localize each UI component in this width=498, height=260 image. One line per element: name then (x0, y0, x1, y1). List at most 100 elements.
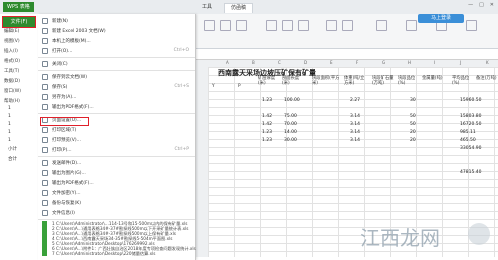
tab-tools[interactable]: 工具 (196, 3, 218, 12)
col-header-f[interactable]: F (356, 60, 358, 65)
menu-item-encrypt[interactable]: 文件加密(Y)... (38, 188, 195, 198)
table-cell[interactable]: 1.23 (262, 138, 272, 143)
wps-app-button[interactable]: WPS 表格 (3, 2, 34, 12)
maximize-icon[interactable]: □ (479, 2, 484, 8)
row-label: 1 (8, 122, 11, 127)
col-header-e[interactable]: E (330, 60, 333, 65)
close-icon[interactable]: ✕ (490, 2, 494, 8)
cut-icon[interactable] (204, 20, 215, 31)
table-cell[interactable]: 30 (410, 98, 416, 103)
align-center-icon[interactable] (342, 20, 353, 31)
col-header-h[interactable]: H (408, 60, 411, 65)
recent-file[interactable]: 7 C:\Users\Administrator\Desktop\220储量估算… (52, 251, 155, 257)
align-left-icon[interactable] (326, 20, 337, 31)
formula-bar[interactable] (196, 49, 498, 60)
menu-help[interactable]: 帮助(H) (4, 98, 20, 104)
header-thickness: 矿层厚度(米) (258, 76, 276, 86)
document-tabs: 工具 仿函稿 (196, 3, 254, 13)
tab-document[interactable]: 仿函稿 (224, 3, 254, 13)
italic-icon[interactable] (282, 20, 293, 31)
table-cell[interactable]: 15960.50 (460, 98, 481, 103)
col-header-b[interactable]: B (252, 60, 255, 65)
pdf-icon (42, 104, 48, 110)
mail-icon (42, 160, 48, 166)
row-label: 1 (8, 130, 11, 135)
table-cell[interactable]: 50 (410, 114, 416, 119)
menu-item-save[interactable]: 保存(S) Ctrl+S (38, 82, 195, 92)
table-cell[interactable]: 1.23 (262, 130, 272, 135)
table-cell[interactable]: 20 (410, 130, 416, 135)
table-cell[interactable]: 75.00 (284, 114, 297, 119)
menu-item-export-image[interactable]: 输出为图片(G)... (38, 168, 195, 178)
underline-icon[interactable] (298, 20, 309, 31)
menu-item-send-mail[interactable]: 发送邮件(D)... (38, 158, 195, 168)
menu-insert[interactable]: 插入(I) (4, 48, 18, 54)
table-cell[interactable]: 20 (410, 138, 416, 143)
login-button[interactable]: 马上登录 (418, 14, 464, 23)
sub-header-p: P (238, 84, 241, 89)
subtotal-cell[interactable]: 33054.90 (460, 146, 481, 151)
menu-item-new-excel[interactable]: 新建 Excel 2003 文档(W) (38, 26, 195, 36)
table-cell[interactable]: 16720.50 (460, 122, 481, 127)
menu-format[interactable]: 格式(O) (4, 58, 20, 64)
col-header-a[interactable]: A (226, 60, 229, 65)
table-cell[interactable]: 1.23 (262, 98, 272, 103)
table-cell[interactable]: 3.14 (350, 138, 360, 143)
menu-item-new[interactable]: 新建(N) (38, 16, 195, 26)
table-cell[interactable]: 15803.80 (460, 114, 481, 119)
menu-item-print-preview[interactable]: 打印预览(V)... (38, 135, 195, 145)
merge-cells-icon[interactable] (376, 20, 387, 31)
menu-item-export-pdf-2[interactable]: 输出为PDF格式(F)... (38, 178, 195, 188)
table-cell[interactable]: 985.11 (460, 130, 476, 135)
menu-tools[interactable]: 工具(T) (4, 68, 19, 74)
total-cell[interactable]: 47815.40 (460, 170, 481, 175)
menu-item-backup[interactable]: 备份与恢复(K) (38, 198, 195, 208)
table-cell[interactable]: 3.14 (350, 130, 360, 135)
lock-icon (42, 190, 48, 196)
table-cell[interactable]: 3.14 (350, 122, 360, 127)
col-header-i[interactable]: I (434, 60, 435, 65)
menu-item-print[interactable]: 打印(P)... Ctrl+P (38, 145, 195, 155)
menu-item-cloud-save[interactable]: 保存到云文档(W) (38, 72, 195, 82)
menu-edit[interactable]: 编辑(E) (4, 28, 19, 34)
col-header-k[interactable]: K (486, 60, 489, 65)
menu-item-open[interactable]: 打开(O)... Ctrl+O (38, 46, 195, 56)
menu-item-export-pdf[interactable]: 输出为PDF格式(F)... (38, 102, 195, 112)
copy-icon[interactable] (220, 20, 231, 31)
col-header-c[interactable]: C (278, 60, 281, 65)
table-cell[interactable]: 3.14 (350, 114, 360, 119)
header-area: 块段面积(平方米) (312, 76, 340, 86)
bold-icon[interactable] (266, 20, 277, 31)
menu-item-file-info[interactable]: 文件信息(I) (38, 208, 195, 218)
menu-item-template[interactable]: 本机上的模板(M)... (38, 36, 195, 46)
table-cell[interactable]: 1.42 (262, 122, 272, 127)
table-cell[interactable]: 2.27 (350, 98, 360, 103)
sum-icon[interactable] (406, 20, 417, 31)
menu-sidebar: 编辑(E) 视图(V) 插入(I) 格式(O) 工具(T) 数据(D) 窗口(W… (0, 14, 39, 260)
table-cell[interactable]: 50 (410, 122, 416, 127)
table-cell[interactable]: 465.50 (460, 138, 476, 143)
menu-view[interactable]: 视图(V) (4, 38, 20, 44)
spreadsheet-grid[interactable] (208, 67, 498, 257)
file-menu-button[interactable]: 文件(F) (2, 16, 36, 28)
menu-window[interactable]: 窗口(W) (4, 88, 21, 94)
table-cell[interactable]: 30.00 (284, 138, 297, 143)
menu-data[interactable]: 数据(D) (4, 78, 20, 84)
menu-item-save-as[interactable]: 另存为(A)... (38, 92, 195, 102)
row-label-total: 合计 (8, 157, 17, 162)
format-icon[interactable] (466, 20, 477, 31)
minimize-icon[interactable]: — (468, 2, 473, 8)
table-cell[interactable]: 70.00 (284, 122, 297, 127)
header-metal: 金属量(吨) (422, 76, 443, 81)
paste-icon[interactable] (236, 20, 247, 31)
col-header-j[interactable]: J (460, 60, 461, 65)
menu-item-close[interactable]: 关闭(C) (38, 59, 195, 69)
table-cell[interactable]: 100.00 (284, 98, 300, 103)
menu-item-print-area[interactable]: 打印区域(T) (38, 125, 195, 135)
col-header-g[interactable]: G (382, 60, 385, 65)
table-cell[interactable]: 1.42 (262, 114, 272, 119)
xls-file-icon (42, 251, 47, 256)
print-area-icon (42, 127, 48, 133)
table-cell[interactable]: 14.00 (284, 130, 297, 135)
col-header-d[interactable]: D (304, 60, 307, 65)
